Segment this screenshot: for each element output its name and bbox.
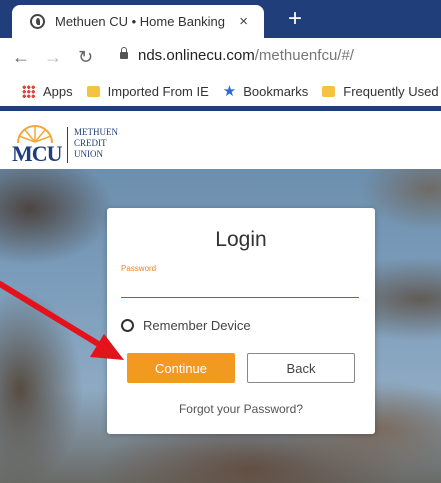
url-host: nds.onlinecu.com	[138, 47, 255, 64]
star-icon: ★	[222, 82, 237, 100]
browser-toolbar: ← → ↻ nds.onlinecu.com/methuenfcu/#/	[0, 38, 441, 76]
bookmark-apps[interactable]: Apps	[22, 84, 73, 99]
bookmark-frequently-used[interactable]: Frequently Used	[322, 83, 439, 99]
logo-divider	[67, 127, 68, 163]
url-path: /methuenfcu/#/	[254, 47, 354, 64]
forward-arrow-icon[interactable]: →	[44, 47, 62, 67]
bookmarks-bar: Apps Imported From IE ★ Bookmarks Freque…	[0, 76, 441, 106]
logo-line: UNION	[74, 149, 103, 159]
login-card: Login Password Remember Device Continue …	[107, 208, 375, 434]
bookmark-imported-from-ie[interactable]: Imported From IE	[86, 83, 209, 99]
logo-line: CREDIT	[74, 138, 107, 148]
close-icon[interactable]: ×	[239, 13, 248, 30]
continue-button[interactable]: Continue	[127, 353, 235, 383]
mcu-logo[interactable]: MCU METHUEN CREDIT UNION	[8, 125, 118, 166]
back-arrow-icon[interactable]: ←	[12, 47, 30, 67]
bookmark-label: Frequently Used	[343, 83, 439, 99]
logo-line: METHUEN	[74, 127, 118, 137]
bookmark-label: Apps	[43, 83, 73, 99]
folder-icon	[322, 85, 336, 97]
back-button[interactable]: Back	[247, 353, 355, 383]
password-input[interactable]	[121, 274, 359, 298]
apps-icon	[22, 84, 35, 98]
globe-icon	[30, 14, 45, 29]
forgot-password-link[interactable]: Forgot your Password?	[107, 402, 375, 416]
browser-tab-strip: Methuen CU • Home Banking × +	[0, 0, 441, 38]
reload-icon[interactable]: ↻	[78, 47, 93, 67]
remember-device-radio[interactable]	[121, 319, 134, 332]
bookmark-label: Bookmarks	[243, 83, 309, 99]
site-header: MCU METHUEN CREDIT UNION	[0, 111, 441, 169]
login-title: Login	[215, 228, 267, 251]
bookmark-bookmarks[interactable]: ★ Bookmarks	[223, 84, 308, 99]
remember-device-label: Remember Device	[143, 318, 251, 333]
password-label: Password	[121, 264, 157, 273]
remember-device-option[interactable]: Remember Device	[121, 318, 251, 333]
bookmark-label: Imported From IE	[107, 83, 209, 99]
new-tab-button[interactable]: +	[288, 5, 302, 33]
logo-name: METHUEN CREDIT UNION	[74, 127, 118, 160]
browser-tab[interactable]: Methuen CU • Home Banking ×	[12, 5, 264, 38]
lock-icon[interactable]	[120, 47, 128, 59]
address-bar[interactable]: nds.onlinecu.com/methuenfcu/#/	[138, 47, 354, 64]
folder-icon	[86, 85, 100, 97]
tab-title: Methuen CU • Home Banking	[55, 14, 226, 29]
logo-mark: MCU	[12, 141, 63, 166]
